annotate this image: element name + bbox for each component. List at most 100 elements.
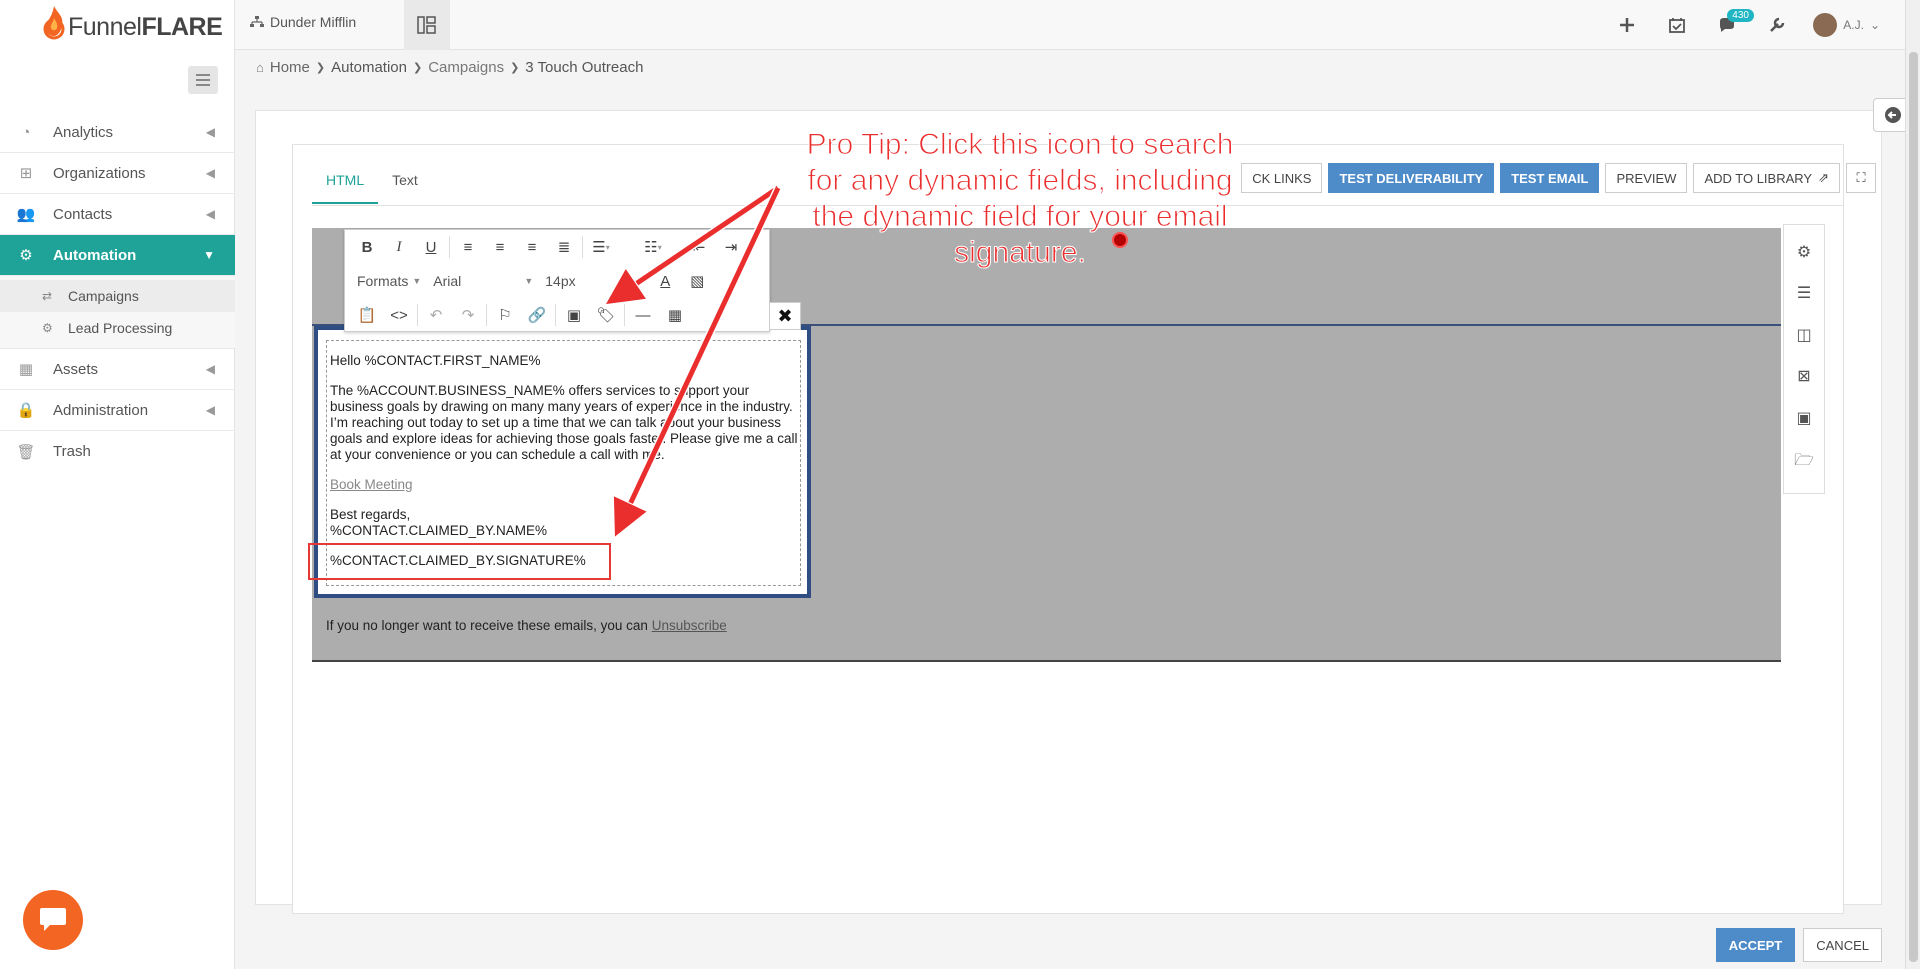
sidebar-toggle-button[interactable] xyxy=(188,66,218,94)
breadcrumb: ⌂ Home ❯ Automation ❯ Campaigns ❯ 3 Touc… xyxy=(256,59,643,76)
notifications-icon[interactable]: 430 xyxy=(1713,9,1754,39)
tenant-switch-button[interactable] xyxy=(404,0,450,50)
accept-button[interactable]: ACCEPT xyxy=(1715,928,1796,962)
add-to-library-button[interactable]: ADD TO LIBRARY ⇗ xyxy=(1693,163,1840,193)
sidebar-nav: ◔ Analytics ◀ ⊞ Organizations ◀ 👥 Contacts ◀ ⚙… xyxy=(0,112,235,472)
close-toolbar-button[interactable]: ✖ xyxy=(769,302,801,330)
builder-tools: ⚙ ☰ ◫ ⊠ ▣ 🗁 xyxy=(1783,224,1825,494)
chevron-down-icon: ⌄ xyxy=(1869,18,1880,32)
sidebar-item-trash[interactable]: 🗑 Trash xyxy=(0,431,235,472)
formats-dropdown[interactable]: Formats ▼ xyxy=(351,267,427,295)
breadcrumb-home[interactable]: Home xyxy=(270,59,310,76)
page-scrollbar[interactable] xyxy=(1905,0,1920,969)
dynamic-fields-tag-icon[interactable]: 🏷 xyxy=(590,301,622,329)
redo-icon[interactable]: ↷ xyxy=(452,301,484,329)
switch-icon xyxy=(417,16,436,34)
indent-icon[interactable]: ⇥ xyxy=(715,233,747,261)
sidebar-item-campaigns[interactable]: ⇄ Campaigns xyxy=(0,280,235,312)
underline-icon[interactable]: U xyxy=(415,233,447,261)
email-body: The %ACCOUNT.BUSINESS_NAME% offers servi… xyxy=(330,383,798,462)
chevron-left-icon: ◀ xyxy=(205,207,215,221)
gears-icon: ⚙ xyxy=(19,247,33,264)
plus-icon[interactable] xyxy=(1613,11,1641,39)
sidebar-item-administration[interactable]: 🔒 Administration ◀ xyxy=(0,390,235,431)
outdent-icon[interactable]: ⇤ xyxy=(683,233,715,261)
canvas-bottom-border xyxy=(312,660,1781,662)
email-closing: Best regards, xyxy=(330,507,411,522)
home-icon: ⌂ xyxy=(256,60,264,75)
bullet-list-icon[interactable]: ☰ ▾ xyxy=(585,233,617,261)
undo-icon[interactable]: ↶ xyxy=(420,301,452,329)
external-link-icon: ⇗ xyxy=(1818,170,1829,185)
test-deliverability-button[interactable]: TEST DELIVERABILITY xyxy=(1328,163,1495,193)
numbered-list-icon[interactable]: ☷ ▾ xyxy=(637,233,669,261)
text-color-icon[interactable]: A xyxy=(649,267,681,295)
pro-tip-annotation: Pro Tip: Click this icon to search for a… xyxy=(806,128,1234,270)
user-menu[interactable]: A.J. ⌄ xyxy=(1813,13,1880,37)
align-right-icon[interactable]: ≡ xyxy=(516,233,548,261)
signature-highlight-box xyxy=(308,543,611,580)
sitemap-icon xyxy=(250,16,264,27)
source-code-icon[interactable]: <> xyxy=(383,301,415,329)
chat-button[interactable] xyxy=(23,890,83,950)
breadcrumb-campaigns[interactable]: Campaigns xyxy=(428,59,504,76)
fullscreen-button[interactable]: ⛶ xyxy=(1846,163,1876,193)
unsubscribe-link[interactable]: Unsubscribe xyxy=(652,618,727,633)
top-bar: FunnelFLARE Dunder Mifflin 430 A.J. ⌄ xyxy=(0,0,1920,50)
align-left-icon[interactable]: ≡ xyxy=(452,233,484,261)
sidebar-item-assets[interactable]: ▦ Assets ◀ xyxy=(0,349,235,390)
calendar-check-icon[interactable] xyxy=(1663,11,1691,39)
bold-icon[interactable]: B xyxy=(351,233,383,261)
tab-html[interactable]: HTML xyxy=(312,160,379,204)
chat-icon xyxy=(40,908,66,931)
chevron-right-icon: ❯ xyxy=(510,62,520,74)
chevron-left-icon: ◀ xyxy=(205,166,215,180)
editor-actions: CK LINKS TEST DELIVERABILITY TEST EMAIL … xyxy=(1241,163,1876,193)
chevron-left-icon: ◀ xyxy=(205,125,215,139)
notification-count-badge: 430 xyxy=(1727,9,1754,22)
image-icon[interactable]: ▣ xyxy=(1796,408,1811,428)
image-icon[interactable]: ▣ xyxy=(558,301,590,329)
paste-icon[interactable]: 📋 xyxy=(351,301,383,329)
breadcrumb-automation[interactable]: Automation xyxy=(331,59,407,76)
sidebar-item-lead-processing[interactable]: ⚙ Lead Processing xyxy=(0,312,235,344)
horizontal-rule-icon[interactable]: — xyxy=(627,301,659,329)
sidebar-item-organizations[interactable]: ⊞ Organizations ◀ xyxy=(0,153,235,194)
unsubscribe-line: If you no longer want to receive these e… xyxy=(326,618,727,633)
automation-subnav: ⇄ Campaigns ⚙ Lead Processing xyxy=(0,276,235,349)
avatar xyxy=(1813,13,1838,37)
table-icon[interactable]: ▦ xyxy=(659,301,691,329)
top-icons: 430 A.J. ⌄ xyxy=(1613,0,1880,50)
bookmark-icon[interactable]: ⚐ xyxy=(489,301,521,329)
logo-area[interactable]: FunnelFLARE xyxy=(0,0,235,50)
gear-icon[interactable]: ⚙ xyxy=(1797,242,1811,262)
tab-text[interactable]: Text xyxy=(378,160,432,204)
tenant-selector[interactable]: Dunder Mifflin xyxy=(250,14,356,30)
chevron-right-icon: ❯ xyxy=(412,62,423,74)
grid-icon: ▦ xyxy=(18,361,34,378)
italic-icon[interactable]: I xyxy=(383,233,415,261)
background-color-icon[interactable]: ▧ xyxy=(681,267,713,295)
folder-open-icon[interactable]: 🗁 xyxy=(1794,449,1814,476)
font-size-dropdown[interactable]: 14px xyxy=(539,267,649,295)
columns-icon[interactable]: ◫ xyxy=(1796,325,1811,345)
chevron-left-icon: ◀ xyxy=(205,362,215,376)
chevron-left-icon: ◀ xyxy=(205,403,215,417)
sidebar-item-automation[interactable]: ⚙ Automation ▼ xyxy=(0,235,235,276)
font-family-dropdown[interactable]: Arial ▼ xyxy=(427,267,539,295)
cancel-button[interactable]: CANCEL xyxy=(1803,928,1882,962)
sidebar-item-contacts[interactable]: 👥 Contacts ◀ xyxy=(0,194,235,235)
book-meeting-link[interactable]: Book Meeting xyxy=(330,477,413,492)
test-email-button[interactable]: TEST EMAIL xyxy=(1500,163,1600,193)
preview-button[interactable]: PREVIEW xyxy=(1605,163,1688,193)
align-justify-icon[interactable]: ≣ xyxy=(548,233,580,261)
align-center-icon[interactable]: ≡ xyxy=(484,233,516,261)
retweet-icon: ⇄ xyxy=(42,289,53,303)
link-icon[interactable]: 🔗 xyxy=(521,301,553,329)
layout-icon[interactable]: ⊠ xyxy=(1797,366,1810,386)
wrench-icon[interactable] xyxy=(1763,11,1791,39)
scrollbar-thumb[interactable] xyxy=(1909,52,1918,962)
arrow-left-circle-icon xyxy=(1885,107,1901,123)
sliders-icon[interactable]: ☰ xyxy=(1797,283,1811,303)
sidebar-item-analytics[interactable]: ◔ Analytics ◀ xyxy=(0,112,235,153)
